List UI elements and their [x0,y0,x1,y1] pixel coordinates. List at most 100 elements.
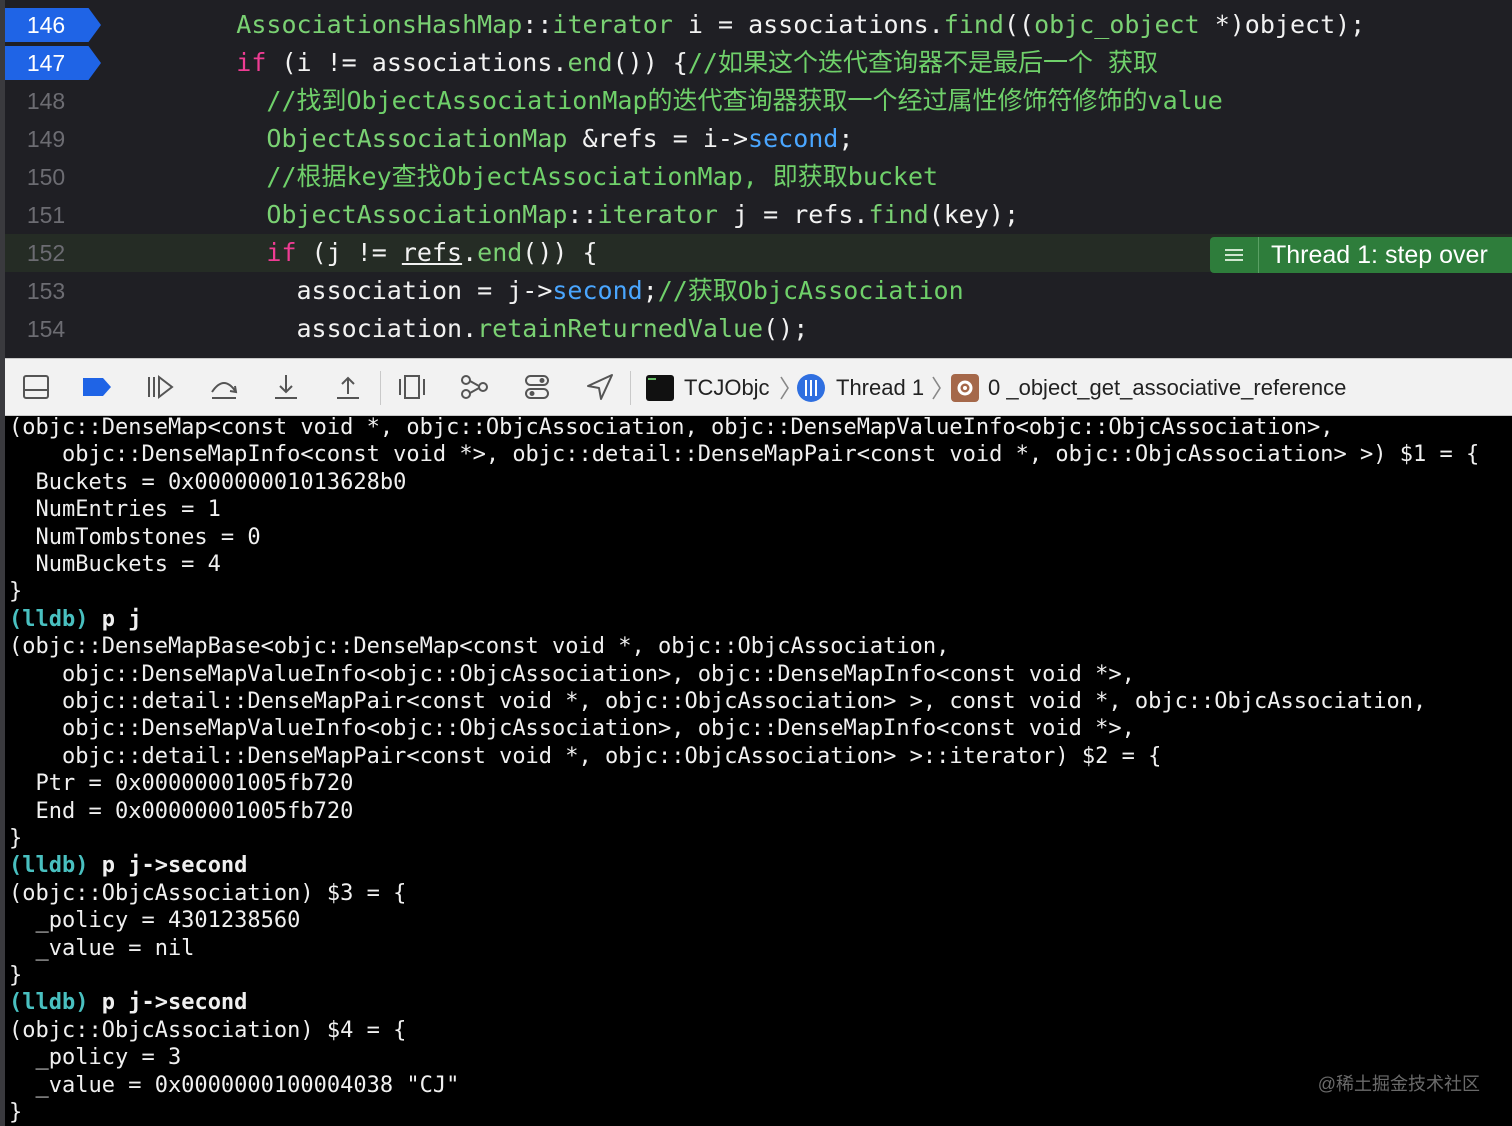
console-line: objc::DenseMapValueInfo<objc::ObjcAssoci… [9,661,1135,687]
lldb-command-line: (lldb) p j->second [9,989,247,1016]
code-token: refs [401,238,463,267]
chevron-right-icon [932,376,941,400]
code-token: find [868,200,929,229]
code-token: ObjectAssociationMap [266,200,568,229]
code-text: association = j->second;//获取ObjcAssociat… [297,272,964,310]
line-number: 148 [26,88,66,114]
line-number: 151 [26,202,66,228]
code-text: //找到ObjectAssociationMap的迭代查询器获取一个经过属性修饰… [266,82,1222,120]
simulate-location-icon[interactable] [584,372,616,402]
code-token: ObjectAssociationMap [266,124,568,153]
code-token: &refs = i-> [567,124,749,153]
lldb-command: p j->second [88,853,248,879]
console-line: objc::detail::DenseMapPair<const void *,… [9,743,1162,769]
code-token: //如果这个迭代查询器不是最后一个 获取 [687,48,1159,77]
code-token: (j != [296,238,402,267]
code-token: ()) { [522,238,598,267]
environment-overrides-icon[interactable] [521,372,553,402]
console-line: NumTombstones = 0 [9,524,261,550]
line-number: 152 [26,240,66,266]
code-token: . [462,238,478,267]
step-into-icon[interactable] [270,372,302,402]
code-token: AssociationsHashMap [236,10,523,39]
debug-toolbar: TCJObjc Thread 1 0 _object_get_associati… [0,358,1512,416]
continue-icon[interactable] [143,372,175,402]
code-token: (key); [928,200,1019,229]
code-text: if (j != refs.end()) { [266,234,597,272]
code-token: ; [642,276,658,305]
source-editor[interactable]: 146 AssociationsHashMap::iterator i = ass… [0,0,1512,358]
code-token: second [552,276,643,305]
instruction-pointer-icon[interactable] [1210,237,1259,273]
code-text: AssociationsHashMap::iterator i = associ… [236,6,1365,44]
code-token: (i != associations. [266,48,568,77]
lldb-command: p j->second [88,990,248,1016]
code-token: ()) { [612,48,688,77]
code-token: j = refs. [717,200,869,229]
line-number: 147 [26,50,66,76]
breadcrumb-thread[interactable]: Thread 1 [836,359,924,417]
thread-badge-label: Thread 1: step over [1271,240,1488,269]
code-text: ObjectAssociationMap &refs = i->second; [266,120,853,158]
code-token: if [236,48,267,77]
thread-icon [797,374,825,402]
code-line[interactable]: 151 ObjectAssociationMap::iterator j = re… [0,196,1512,234]
console-line: Ptr = 0x00000001005fb720 [9,771,354,797]
console-line: (objc::ObjcAssociation) $4 = { [9,1017,407,1043]
code-line[interactable]: 149 ObjectAssociationMap &refs = i->secon… [0,120,1512,158]
code-text: association.retainReturnedValue(); [297,310,809,348]
code-token: retainReturnedValue [477,314,764,343]
hide-console-icon[interactable] [20,372,52,402]
code-line[interactable]: 150 //根据key查找ObjectAssociationMap, 即获取buc… [0,158,1512,196]
code-token: //找到ObjectAssociationMap的迭代查询器获取一个经过属性修饰… [266,86,1223,115]
line-number: 154 [26,316,66,342]
console-line: } [9,1100,23,1125]
view-hierarchy-icon[interactable] [396,372,428,402]
code-token: iterator [552,10,673,39]
thread-step-over-badge[interactable]: Thread 1: step over [1210,237,1512,273]
memory-graph-icon[interactable] [458,372,490,402]
code-line[interactable]: 147 if (i != associations.end()) {//如果这个迭… [0,44,1512,82]
chevron-right-icon [780,376,789,400]
code-line[interactable]: 154 association.retainReturnedValue(); [0,310,1512,348]
stack-frame-gear-icon [951,374,979,402]
code-token: second [748,124,839,153]
terminal-app-icon [646,375,674,401]
console-line: _policy = 4301238560 [9,908,301,934]
step-out-icon[interactable] [332,372,364,402]
step-over-icon[interactable] [208,372,240,402]
window-edge [0,0,5,1126]
code-token: end [477,238,523,267]
debug-console[interactable]: (objc::DenseMap<const void *, objc::Objc… [0,417,1512,1126]
code-token: end [567,48,613,77]
code-line[interactable]: 148 //找到ObjectAssociationMap的迭代查询器获取一个经过属… [0,82,1512,120]
code-token: //获取ObjcAssociation [657,276,964,305]
console-line: } [9,826,23,851]
console-line: (objc::DenseMapBase<objc::DenseMap<const… [9,634,950,660]
console-line: Buckets = 0x00000001013628b0 [9,469,407,495]
code-line[interactable]: 146 AssociationsHashMap::iterator i = ass… [0,6,1512,44]
console-line: (objc::DenseMap<const void *, objc::Objc… [9,417,1334,440]
lldb-command-line: (lldb) p j [9,606,141,633]
code-text: //根据key查找ObjectAssociationMap, 即获取bucket [266,158,938,196]
code-token: find [943,10,1004,39]
console-line: objc::detail::DenseMapPair<const void *,… [9,689,1427,714]
code-token: if [266,238,297,267]
breadcrumb-frame[interactable]: 0 _object_get_associative_reference [988,359,1346,417]
code-token: objc_object [1034,10,1200,39]
toolbar-separator [380,371,381,405]
code-token: *)object); [1199,10,1366,39]
lldb-command-line: (lldb) p j->second [9,852,247,879]
breadcrumb-target[interactable]: TCJObjc [684,359,770,417]
code-line[interactable]: 153 association = j->second;//获取ObjcAssoc… [0,272,1512,310]
line-number: 146 [26,12,66,38]
code-token: association. [296,314,478,343]
lldb-prompt: (lldb) [9,853,89,879]
lldb-prompt: (lldb) [9,990,89,1016]
code-text: if (i != associations.end()) {//如果这个迭代查询… [236,44,1158,82]
toolbar-separator [630,371,631,405]
breakpoints-toggle-icon[interactable] [81,372,113,402]
line-number: 149 [26,126,66,152]
code-token: :: [567,200,598,229]
code-token: :: [522,10,553,39]
